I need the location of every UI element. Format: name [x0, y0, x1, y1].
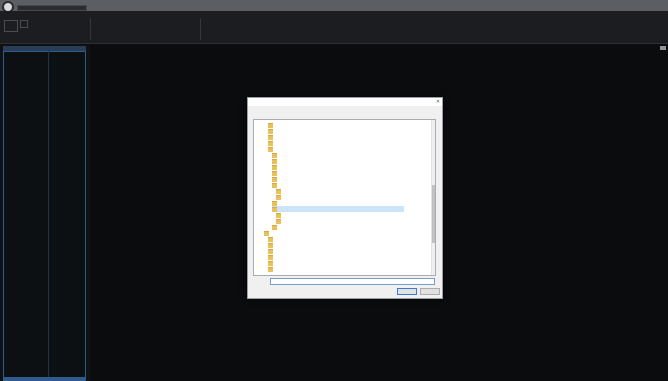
folder-icon — [268, 146, 273, 152]
folder-tree[interactable] — [253, 119, 436, 276]
folder-input[interactable] — [270, 278, 435, 285]
file-list[interactable] — [3, 51, 86, 378]
folder-icon — [272, 224, 277, 230]
ribbon-toolbar — [0, 11, 668, 44]
folder-icon — [268, 236, 273, 242]
panel-status-bar — [3, 377, 86, 381]
folder-icon — [272, 200, 277, 206]
scrollbar-thumb[interactable] — [432, 185, 435, 243]
column-divider[interactable] — [48, 51, 49, 378]
title-bar — [0, 0, 668, 11]
browse-folder-dialog: ✕ — [247, 97, 443, 299]
folder-icon — [268, 254, 273, 260]
folder-icon — [276, 218, 281, 224]
dialog-title-bar: ✕ — [248, 98, 442, 106]
folder-icon — [268, 248, 273, 254]
folder-icon — [268, 128, 273, 134]
folder-icon — [268, 260, 273, 266]
ribbon-separator — [200, 18, 201, 40]
make-new-folder-button[interactable] — [252, 289, 288, 296]
ok-button[interactable] — [397, 288, 417, 295]
folder-icon — [272, 170, 277, 176]
folder-icon — [268, 134, 273, 140]
panel-toggle-button[interactable] — [660, 46, 666, 50]
folder-icon — [272, 176, 277, 182]
tool-button[interactable] — [20, 20, 28, 28]
folder-icon — [272, 152, 277, 158]
folder-icon — [268, 266, 273, 272]
folder-icon — [276, 194, 281, 200]
folder-icon — [268, 242, 273, 248]
cancel-button[interactable] — [420, 288, 440, 295]
folder-icon — [272, 164, 277, 170]
folder-icon — [264, 230, 269, 236]
import-button[interactable] — [4, 20, 18, 32]
folder-icon — [268, 122, 273, 128]
folder-icon — [272, 158, 277, 164]
close-icon[interactable]: ✕ — [435, 99, 441, 105]
folder-icon — [272, 206, 277, 212]
folder-icon — [276, 212, 281, 218]
ribbon-separator — [90, 18, 91, 40]
folder-icon — [276, 188, 281, 194]
folder-icon — [268, 140, 273, 146]
tree-node[interactable] — [268, 266, 404, 272]
folder-icon — [272, 182, 277, 188]
